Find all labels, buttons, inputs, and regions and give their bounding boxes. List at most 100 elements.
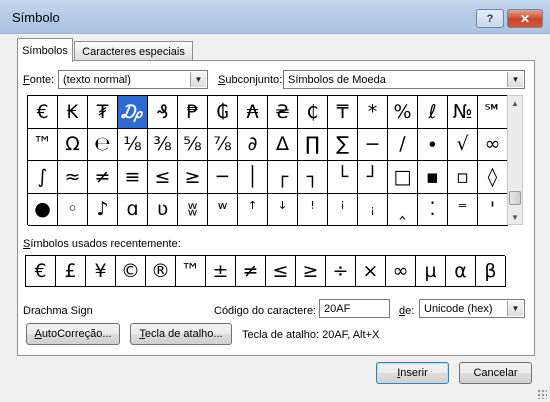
symbol-cell[interactable]: ┐ bbox=[298, 161, 328, 194]
symbol-cell[interactable]: ₱ bbox=[178, 96, 208, 129]
recent-symbol-cell[interactable]: ≠ bbox=[236, 256, 266, 287]
chevron-down-icon: ▼ bbox=[507, 301, 523, 316]
recent-symbol-cell[interactable]: © bbox=[116, 256, 146, 287]
symbol-cell[interactable]: ₮ bbox=[88, 96, 118, 129]
symbol-cell[interactable]: ≠ bbox=[88, 161, 118, 194]
symbol-cell[interactable]: ◊ bbox=[478, 161, 508, 194]
recent-symbol-cell[interactable]: ≥ bbox=[296, 256, 326, 287]
recent-symbol-cell[interactable]: € bbox=[26, 256, 56, 287]
symbol-cell[interactable]: ₸ bbox=[328, 96, 358, 129]
symbol-cell[interactable]: ⅞ bbox=[208, 128, 238, 161]
scroll-up-icon[interactable]: ▲ bbox=[508, 96, 522, 110]
symbol-cell[interactable]: ₵ bbox=[298, 96, 328, 129]
symbol-cell[interactable]: ℮ bbox=[88, 128, 118, 161]
symbol-cell[interactable]: % bbox=[388, 96, 418, 129]
recent-symbol-cell[interactable]: ≤ bbox=[266, 256, 296, 287]
recent-symbol-cell[interactable]: ÷ bbox=[326, 256, 356, 287]
symbol-cell[interactable]: ɑ bbox=[118, 193, 148, 226]
symbol-cell[interactable]: ∑ bbox=[328, 128, 358, 161]
symbol-cell[interactable]: ┌ bbox=[268, 161, 298, 194]
symbol-cell[interactable]: ʷ bbox=[208, 193, 238, 226]
resize-grip-icon[interactable] bbox=[537, 389, 547, 399]
symbol-cell[interactable]: ▪ bbox=[418, 161, 448, 194]
symbol-cell[interactable]: └ bbox=[328, 161, 358, 194]
tab-simbolos[interactable]: Símbolos bbox=[17, 38, 73, 62]
symbol-cell[interactable]: ∞ bbox=[478, 128, 508, 161]
recent-symbol-cell[interactable]: ∞ bbox=[386, 256, 416, 287]
insert-button[interactable]: Inserir bbox=[376, 362, 449, 384]
symbol-cell[interactable]: □ bbox=[388, 161, 418, 194]
symbol-cell[interactable]: ꞌ bbox=[478, 193, 508, 226]
recent-symbol-cell[interactable]: µ bbox=[416, 256, 446, 287]
font-select[interactable]: (texto normal) ▼ bbox=[58, 70, 208, 89]
symbol-cell[interactable]: ─ bbox=[208, 161, 238, 194]
recent-symbol-cell[interactable]: β bbox=[476, 256, 506, 287]
char-code-input[interactable]: 20AF bbox=[319, 299, 390, 318]
recent-symbol-cell[interactable]: £ bbox=[56, 256, 86, 287]
symbol-cell[interactable]: ₯ bbox=[118, 96, 148, 129]
symbol-cell[interactable]: ∫ bbox=[28, 161, 58, 194]
symbol-cell[interactable]: ∕ bbox=[388, 128, 418, 161]
symbol-cell[interactable]: Ω bbox=[58, 128, 88, 161]
scroll-down-icon[interactable]: ▼ bbox=[508, 210, 522, 224]
symbol-cell[interactable]: ◦ bbox=[58, 193, 88, 226]
symbol-cell[interactable]: ▫ bbox=[448, 161, 478, 194]
tab-caracteres-especiais[interactable]: Caracteres especiais bbox=[74, 41, 193, 61]
symbol-cell[interactable]: ≤ bbox=[148, 161, 178, 194]
symbol-cell[interactable]: ℠ bbox=[478, 96, 508, 129]
symbol-cell[interactable]: ≈ bbox=[58, 161, 88, 194]
recent-symbol-cell[interactable]: α bbox=[446, 256, 476, 287]
symbol-cell[interactable]: ꜞ bbox=[328, 193, 358, 226]
symbol-cell[interactable]: * bbox=[358, 96, 388, 129]
symbol-cell[interactable]: ʋ bbox=[148, 193, 178, 226]
autocorrect-button[interactable]: AutoCorreção... bbox=[26, 323, 120, 345]
symbol-cell[interactable]: № bbox=[448, 96, 478, 129]
symbol-cell[interactable]: ꜝ bbox=[298, 193, 328, 226]
symbol-cell[interactable]: ┘ bbox=[358, 161, 388, 194]
symbol-cell[interactable]: ₭ bbox=[58, 96, 88, 129]
recent-symbol-cell[interactable]: ± bbox=[206, 256, 236, 287]
symbol-cell[interactable]: ‸ bbox=[388, 193, 418, 226]
symbol-cell[interactable]: ₲ bbox=[208, 96, 238, 129]
symbol-cell[interactable]: ꜟ bbox=[358, 193, 388, 226]
symbol-cell[interactable]: ∂ bbox=[238, 128, 268, 161]
symbol-cell[interactable]: ⅛ bbox=[118, 128, 148, 161]
close-button[interactable]: ✕ bbox=[507, 9, 543, 28]
symbol-cell[interactable]: ₰ bbox=[148, 96, 178, 129]
symbol-cell[interactable]: │ bbox=[238, 161, 268, 194]
symbol-cell[interactable]: ʬ bbox=[178, 193, 208, 226]
recent-symbol-cell[interactable]: ¥ bbox=[86, 256, 116, 287]
symbol-cell[interactable]: € bbox=[28, 96, 58, 129]
cancel-button[interactable]: Cancelar bbox=[459, 362, 532, 384]
symbol-cell[interactable]: ● bbox=[28, 193, 58, 226]
symbol-cell[interactable]: ꜛ bbox=[238, 193, 268, 226]
symbol-cell[interactable]: ≥ bbox=[178, 161, 208, 194]
symbol-cell[interactable]: ₴ bbox=[268, 96, 298, 129]
symbol-cell[interactable]: ₳ bbox=[238, 96, 268, 129]
recent-symbol-cell[interactable]: ™ bbox=[176, 256, 206, 287]
subset-label: Subconjunto: bbox=[218, 74, 283, 86]
symbol-grid-scrollbar[interactable]: ▲ ▼ bbox=[507, 95, 523, 225]
from-select[interactable]: Unicode (hex) ▼ bbox=[419, 299, 525, 318]
symbol-cell[interactable]: ⅝ bbox=[178, 128, 208, 161]
symbol-cell[interactable]: ⁚ bbox=[418, 193, 448, 226]
recent-symbol-cell[interactable]: ® bbox=[146, 256, 176, 287]
symbol-cell[interactable]: ∆ bbox=[268, 128, 298, 161]
symbol-cell[interactable]: ꜜ bbox=[268, 193, 298, 226]
font-label: Fonte: bbox=[23, 74, 55, 86]
symbol-cell[interactable]: ≡ bbox=[118, 161, 148, 194]
symbol-cell[interactable]: ™ bbox=[28, 128, 58, 161]
symbol-cell[interactable]: ⅜ bbox=[148, 128, 178, 161]
symbol-cell[interactable]: ∏ bbox=[298, 128, 328, 161]
symbol-cell[interactable]: ℓ bbox=[418, 96, 448, 129]
symbol-cell[interactable]: √ bbox=[448, 128, 478, 161]
subset-select[interactable]: Símbolos de Moeda ▼ bbox=[283, 70, 525, 89]
symbol-cell[interactable]: ♪ bbox=[88, 193, 118, 226]
shortcut-key-button[interactable]: Tecla de atalho... bbox=[130, 323, 232, 345]
symbol-cell[interactable]: ∙ bbox=[418, 128, 448, 161]
recent-symbol-cell[interactable]: × bbox=[356, 256, 386, 287]
help-button[interactable]: ? bbox=[476, 9, 504, 28]
symbol-cell[interactable]: − bbox=[358, 128, 388, 161]
scroll-thumb[interactable] bbox=[509, 191, 521, 205]
symbol-cell[interactable]: ⁼ bbox=[448, 193, 478, 226]
